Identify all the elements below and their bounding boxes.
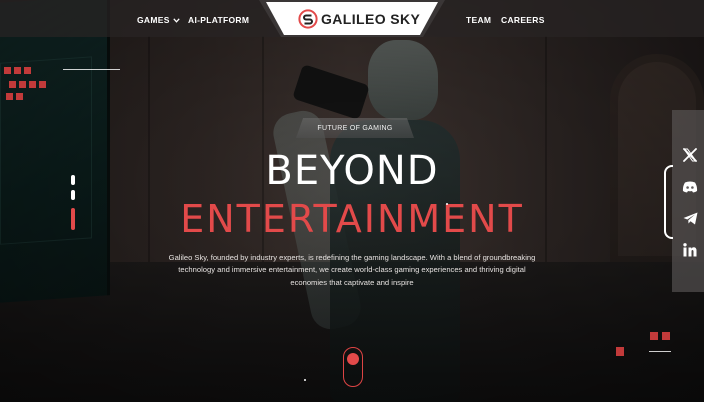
decorative-pixel [662,332,670,340]
nav-games-label: GAMES [137,15,170,25]
hero-title-line1: BEYOND [265,148,439,194]
decorative-line [63,69,120,70]
telegram-icon[interactable] [680,208,700,228]
chevron-down-icon [172,1,180,42]
decorative-pixel [14,67,21,74]
galileo-sky-logo-icon [298,9,318,29]
site-logo[interactable]: GALILEO SKY [258,0,446,38]
linkedin-icon[interactable] [680,240,700,260]
discord-icon[interactable] [680,177,700,197]
decorative-pixel [24,67,31,74]
nav-careers-label: CAREERS [501,15,545,25]
hero-tagline: FUTURE OF GAMING [296,118,414,138]
nav-ai-platform-label: AI-PLATFORM [188,15,250,25]
hero-description: Galileo Sky, founded by industry experts… [168,253,536,287]
nav-team[interactable]: TEAM [466,0,491,37]
sparkle-dot [304,379,306,381]
social-sidebar-accent [664,165,673,239]
decorative-pixel [650,332,658,340]
site-header: GAMES AI-PLATFORM GALILEO SKY TEAM CAREE… [0,0,704,37]
decorative-pixel [9,81,16,88]
decorative-pixel [39,81,46,88]
scroll-down-indicator[interactable] [343,347,363,387]
logo-text: GALILEO SKY [321,11,421,27]
decorative-pixel [19,81,26,88]
sparkle-dot [446,203,448,205]
nav-team-label: TEAM [466,15,492,25]
scroll-indicator-ball [347,353,359,365]
nav-games[interactable]: GAMES [137,0,180,37]
nav-careers[interactable]: CAREERS [501,0,545,37]
decorative-pixel [616,347,624,356]
x-icon[interactable] [680,145,700,165]
decorative-pixel [4,67,11,74]
nav-ai-platform[interactable]: AI-PLATFORM [188,0,249,37]
decorative-pixel [29,81,36,88]
social-sidebar [672,110,704,292]
decorative-pixel [6,93,13,100]
hero-title-line2: ENTERTAINMENT [180,197,524,241]
decorative-line [649,351,671,352]
decorative-pixel [16,93,23,100]
